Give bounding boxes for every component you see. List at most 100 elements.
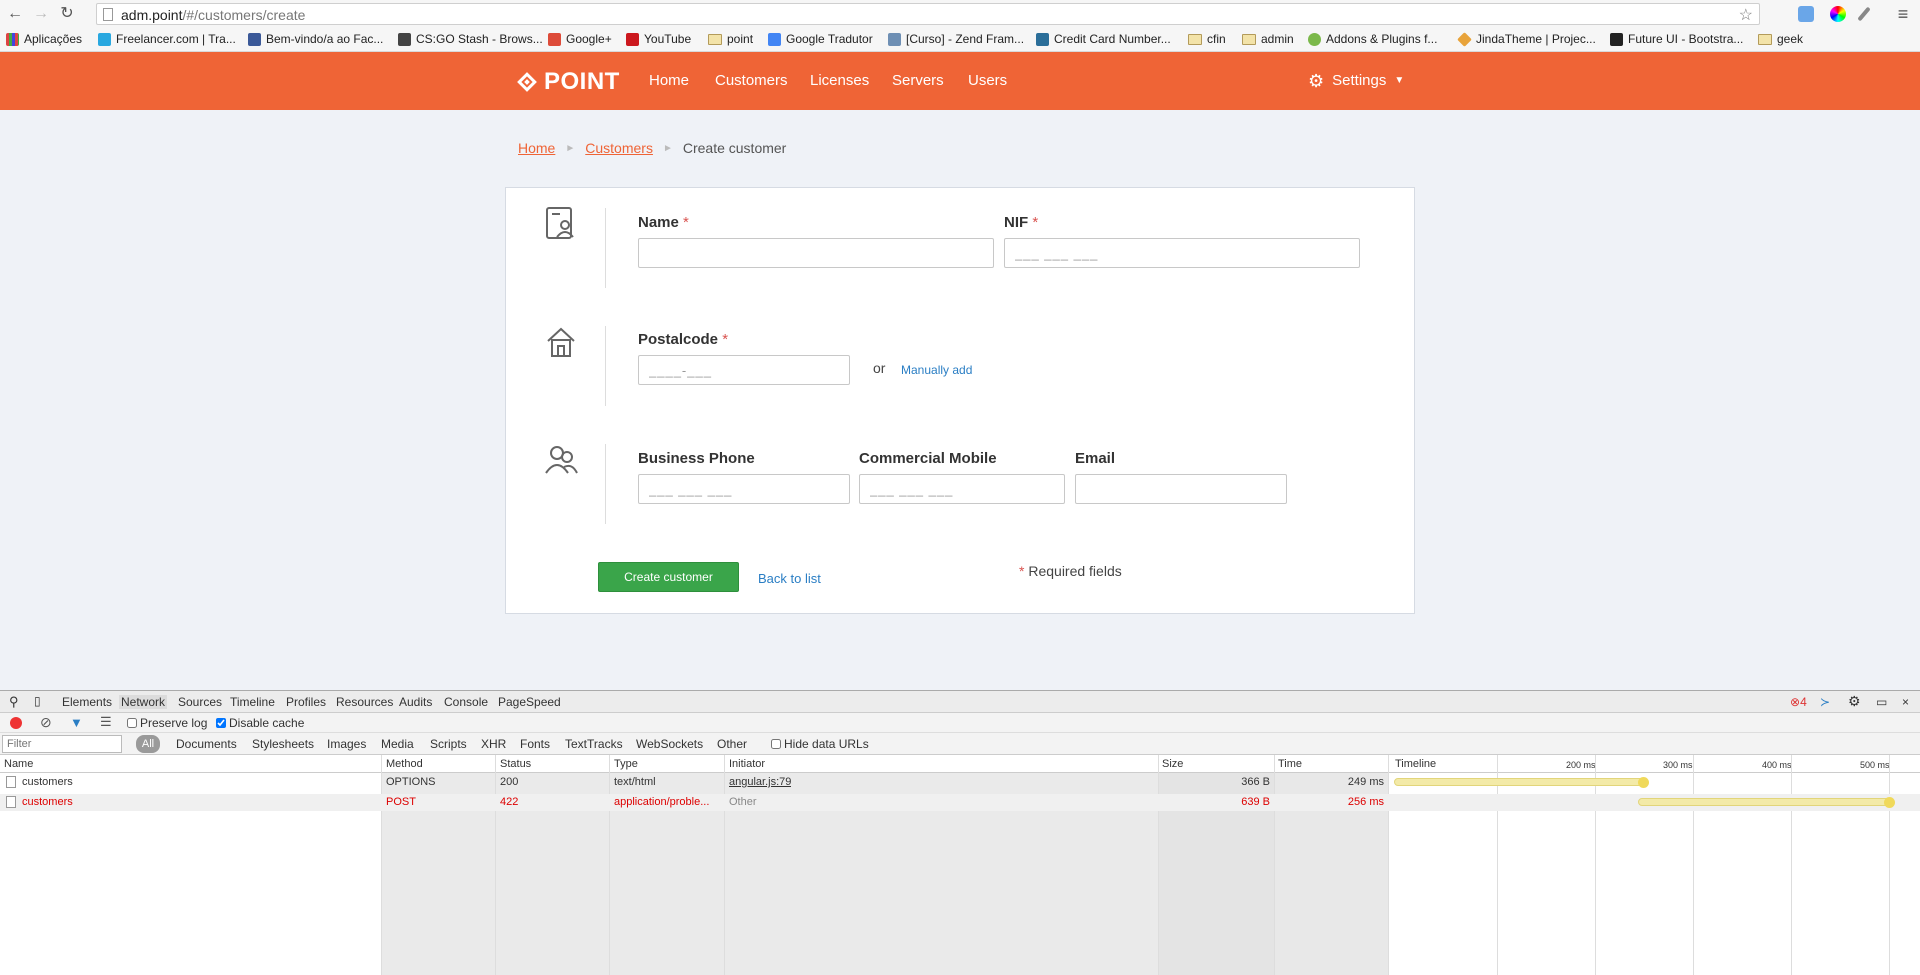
list-view-icon[interactable]: ☰ xyxy=(100,714,112,730)
back-to-list-link[interactable]: Back to list xyxy=(758,571,821,586)
breadcrumb-customers[interactable]: Customers xyxy=(585,140,653,156)
col-time[interactable]: Time xyxy=(1278,758,1302,770)
filter-input[interactable] xyxy=(2,735,122,753)
tab-timeline[interactable]: Timeline xyxy=(230,695,275,709)
nav-servers[interactable]: Servers xyxy=(892,52,944,110)
bookmark-item[interactable]: Aplicações xyxy=(6,32,82,46)
bookmark-item[interactable]: Bem-vindo/a ao Fac... xyxy=(248,32,383,46)
eyedropper-icon[interactable] xyxy=(1857,6,1871,22)
settings-gear-icon[interactable]: ⚙ xyxy=(1848,693,1861,710)
device-mode-icon[interactable]: ▯ xyxy=(34,694,41,708)
bookmark-item[interactable]: Addons & Plugins f... xyxy=(1308,32,1437,46)
col-timeline[interactable]: Timeline xyxy=(1395,758,1436,770)
col-method[interactable]: Method xyxy=(386,758,423,770)
tab-resources[interactable]: Resources xyxy=(336,695,393,709)
menu-icon[interactable]: ≡ xyxy=(1894,5,1912,23)
nav-customers[interactable]: Customers xyxy=(715,52,788,110)
filter-other[interactable]: Other xyxy=(717,737,747,751)
cell-initiator-link[interactable]: angular.js:79 xyxy=(729,776,791,788)
business-phone-input[interactable] xyxy=(638,474,850,504)
dock-icon[interactable]: ▭ xyxy=(1876,695,1887,709)
csgo-icon xyxy=(398,32,411,46)
bookmark-item[interactable]: Freelancer.com | Tra... xyxy=(98,32,236,46)
bookmark-item[interactable]: Google Tradutor xyxy=(768,32,873,46)
col-initiator[interactable]: Initiator xyxy=(729,758,765,770)
col-type[interactable]: Type xyxy=(614,758,638,770)
bookmark-item[interactable]: YouTube xyxy=(626,32,691,46)
table-row[interactable]: customers OPTIONS 200 text/html angular.… xyxy=(0,774,1920,791)
email-input[interactable] xyxy=(1075,474,1287,504)
tab-sources[interactable]: Sources xyxy=(178,695,222,709)
col-name[interactable]: Name xyxy=(4,758,33,770)
bookmark-item[interactable]: JindaTheme | Projec... xyxy=(1457,31,1596,47)
breadcrumb-home[interactable]: Home xyxy=(518,140,555,156)
filter-xhr[interactable]: XHR xyxy=(481,737,506,751)
filter-websockets[interactable]: WebSockets xyxy=(636,737,703,751)
table-row[interactable]: customers POST 422 application/proble...… xyxy=(0,794,1920,811)
bookmark-item[interactable]: [Curso] - Zend Fram... xyxy=(888,32,1024,46)
filter-texttracks[interactable]: TextTracks xyxy=(565,737,623,751)
bookmark-item[interactable]: admin xyxy=(1242,32,1294,46)
error-count-badge[interactable]: ⊗4 xyxy=(1790,695,1807,709)
filter-fonts[interactable]: Fonts xyxy=(520,737,550,751)
disable-cache-checkbox[interactable]: Disable cache xyxy=(216,716,304,730)
nav-licenses[interactable]: Licenses xyxy=(810,52,869,110)
timeline-bar xyxy=(1394,777,1649,788)
bookmark-item[interactable]: Future UI - Bootstra... xyxy=(1610,32,1743,46)
tab-network[interactable]: Network xyxy=(119,695,168,709)
search-icon[interactable]: ⚲ xyxy=(9,694,19,710)
postalcode-input[interactable] xyxy=(638,355,850,385)
create-customer-button[interactable]: Create customer xyxy=(598,562,739,592)
tab-console[interactable]: Console xyxy=(444,695,488,709)
bookmark-item[interactable]: Credit Card Number... xyxy=(1036,32,1171,46)
filter-media[interactable]: Media xyxy=(381,737,414,751)
commercial-mobile-input[interactable] xyxy=(859,474,1065,504)
extension-folder-icon[interactable] xyxy=(1798,6,1814,22)
youtube-icon xyxy=(626,32,639,46)
clear-icon[interactable]: ⊘ xyxy=(40,714,52,731)
cell-name: customers xyxy=(22,796,73,808)
facebook-icon xyxy=(248,32,261,46)
reload-icon[interactable]: ↻ xyxy=(58,5,76,23)
nav-users[interactable]: Users xyxy=(968,52,1007,110)
hide-data-urls-checkbox[interactable]: Hide data URLs xyxy=(771,737,869,751)
name-input[interactable] xyxy=(638,238,994,268)
address-bar[interactable]: adm.point/#/customers/create ☆ xyxy=(96,3,1760,25)
diamond-icon xyxy=(1457,31,1472,47)
col-status[interactable]: Status xyxy=(500,758,531,770)
timeline-tick-label: 400 ms xyxy=(1762,760,1792,770)
back-arrow-icon[interactable]: ← xyxy=(6,5,24,23)
bookmark-item[interactable]: cfin xyxy=(1188,32,1226,46)
nav-home[interactable]: Home xyxy=(649,52,689,110)
filter-scripts[interactable]: Scripts xyxy=(430,737,467,751)
tab-pagespeed[interactable]: PageSpeed xyxy=(498,695,561,709)
tab-audits[interactable]: Audits xyxy=(399,695,432,709)
tab-profiles[interactable]: Profiles xyxy=(286,695,326,709)
tab-elements[interactable]: Elements xyxy=(62,695,112,709)
bookmark-item[interactable]: CS:GO Stash - Brows... xyxy=(398,32,543,46)
filter-funnel-icon[interactable]: ▼ xyxy=(70,715,83,730)
cell-size: 366 B xyxy=(1241,776,1270,788)
brand-logo[interactable]: POINT xyxy=(517,68,620,96)
settings-label: Settings xyxy=(1332,72,1387,89)
settings-dropdown[interactable]: ⚙ Settings ▼ xyxy=(1308,52,1404,110)
preserve-log-checkbox[interactable]: Preserve log xyxy=(127,716,207,730)
bookmark-star-icon[interactable]: ☆ xyxy=(1739,5,1753,25)
bookmark-item[interactable]: point xyxy=(708,32,753,46)
filter-all[interactable]: All xyxy=(136,735,160,753)
bookmark-item[interactable]: geek xyxy=(1758,32,1803,46)
nif-input[interactable] xyxy=(1004,238,1360,268)
filter-images[interactable]: Images xyxy=(327,737,366,751)
breadcrumb-separator-icon: ► xyxy=(565,142,576,154)
console-drawer-icon[interactable]: ≻ xyxy=(1820,695,1830,709)
cell-status: 200 xyxy=(500,776,519,788)
bookmark-item[interactable]: Google+ xyxy=(548,32,612,46)
close-icon[interactable]: × xyxy=(1902,695,1909,709)
manually-add-link[interactable]: Manually add xyxy=(901,363,972,377)
color-wheel-icon[interactable] xyxy=(1830,6,1846,22)
forward-arrow-icon[interactable]: → xyxy=(32,5,50,23)
filter-stylesheets[interactable]: Stylesheets xyxy=(252,737,314,751)
record-icon[interactable] xyxy=(10,717,22,729)
filter-documents[interactable]: Documents xyxy=(176,737,237,751)
col-size[interactable]: Size xyxy=(1162,758,1183,770)
